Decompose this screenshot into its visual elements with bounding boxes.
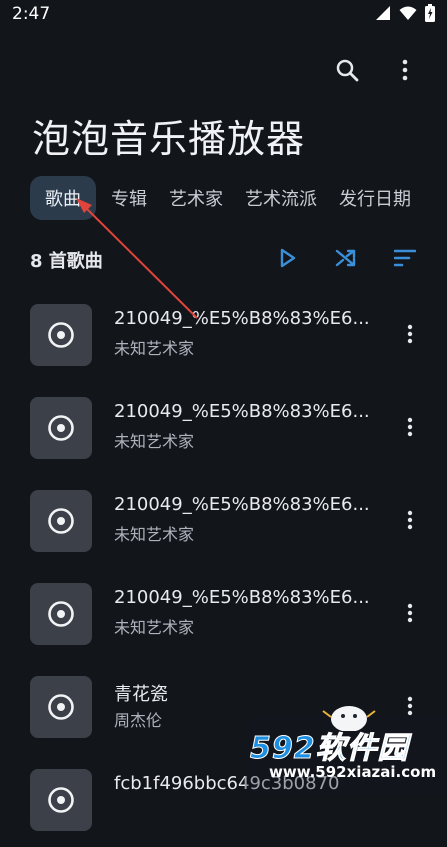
watermark-url: www.592xiazai.com	[269, 763, 437, 781]
watermark-brand: 592软件园	[250, 731, 409, 767]
watermark: 592软件园 www.592xiazai.com	[245, 706, 447, 795]
annotation-arrow	[76, 198, 198, 319]
